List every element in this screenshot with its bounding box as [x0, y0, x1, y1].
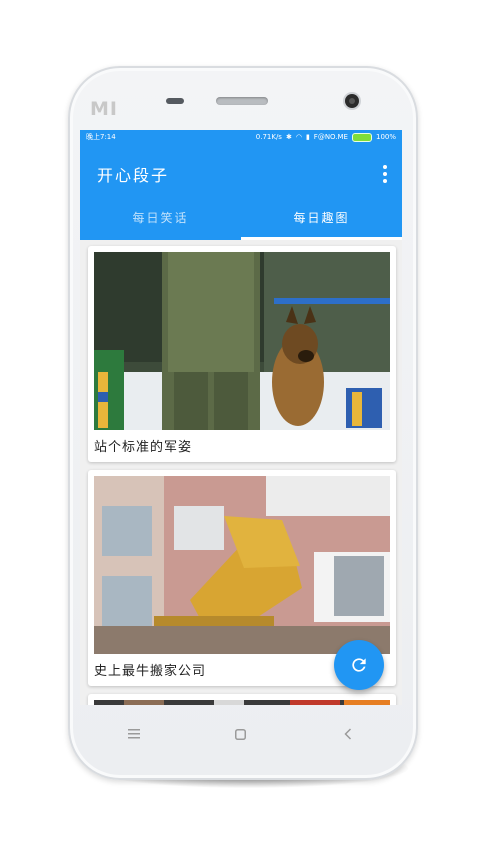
status-indicators: 0.71K/s ✱ ◠ ▮ F@NO.ME 100%	[256, 130, 396, 145]
tab-daily-pictures[interactable]: 每日趣图	[241, 200, 402, 240]
app-bar: 开心段子	[80, 145, 402, 200]
picture-card[interactable]	[88, 694, 396, 705]
earpiece-speaker	[216, 97, 268, 105]
phone-screen: 晚上7:14 0.71K/s ✱ ◠ ▮ F@NO.ME 100% 开心段子 每…	[80, 130, 402, 705]
menu-icon[interactable]	[114, 714, 154, 754]
front-camera-icon	[345, 94, 359, 108]
proximity-sensor	[166, 98, 184, 104]
wifi-icon: ◠	[295, 133, 302, 141]
brand-logo: MI	[90, 98, 118, 120]
more-vert-icon[interactable]	[382, 165, 388, 183]
back-icon[interactable]	[328, 714, 368, 754]
status-time: 晚上7:14	[86, 133, 116, 141]
excavator-moving-photo	[94, 476, 390, 654]
network-speed: 0.71K/s	[255, 133, 282, 141]
refresh-button[interactable]	[334, 640, 384, 690]
soldier-and-dog-photo	[94, 252, 390, 430]
card-caption: 史上最牛搬家公司	[94, 664, 207, 679]
picture-card[interactable]: 站个标准的军姿	[88, 246, 396, 462]
home-icon[interactable]	[221, 714, 261, 754]
signal-icon: ▮	[305, 133, 310, 141]
bluetooth-icon: ✱	[285, 133, 292, 141]
card-caption: 站个标准的军姿	[94, 440, 193, 455]
app-title: 开心段子	[97, 166, 170, 185]
refresh-icon	[352, 658, 366, 672]
tab-bar: 每日笑话 每日趣图	[80, 200, 402, 240]
carrier-name: F@NO.ME	[313, 133, 348, 141]
status-bar: 晚上7:14 0.71K/s ✱ ◠ ▮ F@NO.ME 100%	[80, 130, 402, 145]
battery-icon	[351, 133, 372, 142]
battery-level: 100%	[375, 133, 396, 141]
system-nav-bar	[80, 705, 402, 763]
tab-daily-jokes[interactable]: 每日笑话	[80, 200, 241, 240]
